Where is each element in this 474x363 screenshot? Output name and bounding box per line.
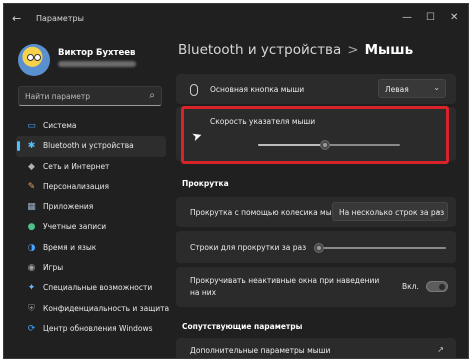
avatar-eye — [34, 54, 41, 61]
app-title: Параметры — [36, 14, 84, 23]
sidebar-item-icon: ▭ — [27, 121, 36, 131]
avatar-eye — [27, 54, 34, 61]
sidebar-item-icon: ✦ — [27, 283, 36, 294]
sidebar-item[interactable]: ▦ Приложения — [16, 197, 166, 217]
sidebar-item-icon: ● — [27, 222, 36, 233]
wheel-scroll-dropdown[interactable]: На несколько строк за раз ⌄ — [332, 202, 448, 221]
inactive-scroll-label-line2: на них — [190, 288, 217, 297]
breadcrumb-parent[interactable]: Bluetooth и устройства — [178, 42, 341, 58]
scrolling-section-title: Прокрутка — [182, 179, 229, 188]
primary-button-card: Основная кнопка мыши Левая ⌄ — [176, 74, 456, 104]
maximize-icon[interactable]: ☐ — [426, 12, 435, 23]
primary-button-label: Основная кнопка мыши — [210, 85, 305, 94]
sidebar-item-icon: ▦ — [27, 202, 36, 213]
sidebar-item-label: Приложения — [43, 202, 94, 212]
wheel-scroll-label: Прокрутка с помощью колесика мыши — [190, 208, 344, 217]
additional-mouse-settings-label: Дополнительные параметры мыши — [190, 346, 331, 355]
sidebar-item[interactable]: ✎ Персонализация — [16, 177, 166, 197]
settings-window: ← Параметры — ☐ ✕ Виктор Бухтеев Найти п… — [3, 3, 469, 359]
sidebar-item[interactable]: ✱ Bluetooth и устройства — [16, 136, 166, 157]
sidebar-item-icon: ✱ — [27, 141, 36, 152]
sidebar-item[interactable]: ● Учетные записи — [16, 217, 166, 237]
scroll-lines-thumb[interactable] — [314, 243, 325, 253]
inactive-scroll-toggle[interactable] — [426, 281, 448, 292]
close-icon[interactable]: ✕ — [450, 12, 458, 23]
sidebar-item-icon: ◉ — [27, 263, 36, 274]
title-bar: ← Параметры — ☐ ✕ — [4, 4, 468, 32]
user-name: Виктор Бухтеев — [58, 48, 136, 58]
toggle-state-label: Вкл. — [402, 282, 419, 291]
wheel-scroll-card: Прокрутка с помощью колесика мыши На нес… — [176, 197, 456, 227]
sidebar-item-label: Система — [43, 121, 77, 130]
sidebar-item[interactable]: ◆ Сеть и Интернет — [16, 157, 166, 177]
scroll-lines-label: Строки для прокрутки за раз — [190, 243, 307, 252]
back-arrow-icon[interactable]: ← — [12, 12, 21, 25]
sidebar-item-label: Специальные возможности — [43, 283, 153, 293]
sidebar-item[interactable]: ✦ Специальные возможности — [16, 278, 166, 298]
chevron-down-icon: ⌄ — [433, 83, 440, 92]
sidebar-item[interactable]: ◑ Время и язык — [16, 238, 166, 258]
external-link-icon: ↗ — [437, 345, 444, 354]
sidebar-item[interactable]: ⛨ Конфиденциальность и защита — [16, 299, 170, 319]
sidebar-item[interactable]: ▭ Система — [16, 116, 166, 136]
sidebar-item-icon: ⛨ — [28, 303, 35, 314]
breadcrumb: Bluetooth и устройства > Мышь — [178, 42, 413, 58]
red-highlight-frame — [181, 106, 449, 164]
primary-button-dropdown[interactable]: Левая ⌄ — [378, 79, 446, 98]
sidebar-item-icon: ◆ — [28, 161, 35, 172]
sidebar-item[interactable]: ⟳ Центр обновления Windows — [16, 319, 166, 339]
wheel-scroll-value: На несколько строк за раз — [339, 208, 445, 217]
search-placeholder: Найти параметр — [25, 92, 90, 101]
minimize-icon[interactable]: — — [402, 12, 412, 23]
toggle-knob — [439, 283, 445, 290]
sidebar-item-label: Конфиденциальность и защита — [43, 303, 170, 313]
chevron-down-icon: ⌄ — [435, 206, 442, 215]
user-email-redacted — [58, 61, 136, 67]
sidebar-item-label: Игры — [43, 263, 64, 273]
sidebar-item-icon: ⟳ — [27, 323, 36, 334]
sidebar-nav: ▭ Система ✱ Bluetooth и устройства ◆ Сеть и И… — [16, 116, 170, 339]
sidebar-item-icon: ◑ — [27, 242, 36, 253]
sidebar-item-label: Сеть и Интернет — [43, 161, 110, 171]
mouse-icon — [190, 84, 198, 96]
search-input[interactable]: Найти параметр ⌕ — [18, 86, 162, 106]
page-title: Мышь — [364, 42, 414, 58]
sidebar-item-label: Учетные записи — [43, 222, 107, 232]
sidebar-item[interactable]: ◉ Игры — [16, 258, 166, 278]
inactive-scroll-label-line1: Прокручивать неактивные окна при наведен… — [190, 276, 380, 285]
scroll-lines-slider[interactable] — [314, 243, 446, 253]
inactive-scroll-card: Прокручивать неактивные окна при наведен… — [176, 267, 456, 307]
avatar[interactable] — [18, 44, 50, 76]
sidebar-item-label: Время и язык — [43, 242, 97, 252]
sidebar-item-label: Центр обновления Windows — [43, 323, 153, 333]
sidebar-item-label: Персонализация — [43, 181, 109, 191]
breadcrumb-separator: > — [347, 42, 359, 58]
scroll-lines-card: Строки для прокрутки за раз — [176, 231, 456, 263]
search-icon: ⌕ — [149, 90, 155, 101]
primary-button-value: Левая — [385, 85, 409, 94]
sidebar-item-icon: ✎ — [27, 181, 36, 192]
additional-mouse-settings-card[interactable]: Дополнительные параметры мыши ↗ — [176, 338, 456, 358]
sidebar-item-label: Bluetooth и устройства — [43, 141, 134, 151]
related-section-title: Сопутствующие параметры — [182, 322, 303, 331]
